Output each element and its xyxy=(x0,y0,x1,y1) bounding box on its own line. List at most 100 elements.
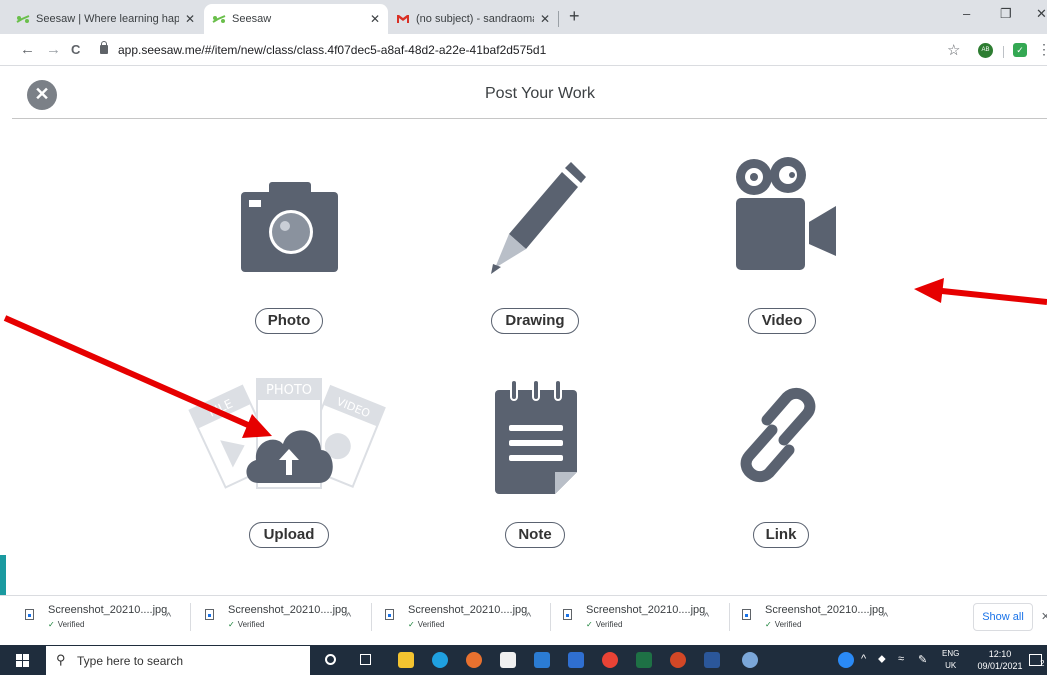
download-item[interactable]: Screenshot_20210....jpg ✓ Verified ^ xyxy=(742,603,907,637)
chevron-up-icon[interactable]: ^ xyxy=(166,611,171,623)
upload-button[interactable]: Upload xyxy=(249,522,329,548)
tab-close-icon[interactable]: ✕ xyxy=(540,12,550,26)
chevron-up-icon[interactable]: ^ xyxy=(526,611,531,623)
note-button[interactable]: Note xyxy=(505,522,565,548)
excel-icon[interactable] xyxy=(636,652,652,668)
pen-icon[interactable]: ✎ xyxy=(918,653,927,666)
image-file-icon xyxy=(25,609,34,620)
language-indicator[interactable]: ENG UK xyxy=(942,648,959,672)
clock-time: 12:10 xyxy=(988,649,1012,659)
gmail-favicon xyxy=(397,15,409,23)
tray-chevron-icon[interactable]: ^ xyxy=(861,653,866,665)
status-text: Verified xyxy=(417,620,445,629)
video-camera-icon[interactable] xyxy=(733,156,836,272)
forward-button[interactable]: → xyxy=(46,41,61,58)
word-icon[interactable] xyxy=(704,652,720,668)
check-icon: ✓ xyxy=(765,620,772,629)
drawing-button[interactable]: Drawing xyxy=(491,308,579,334)
search-placeholder: Type here to search xyxy=(77,654,184,668)
downloads-bar: Screenshot_20210....jpg ✓ Verified ^ Scre… xyxy=(0,595,1047,645)
browser-menu-icon[interactable]: ⋮ xyxy=(1037,41,1047,58)
download-item[interactable]: Screenshot_20210....jpg ✓ Verified ^ xyxy=(563,603,728,637)
minimize-button[interactable]: – xyxy=(963,6,970,21)
window-close-button[interactable]: ✕ xyxy=(1036,6,1047,22)
download-item[interactable]: Screenshot_20210....jpg ✓ Verified ^ xyxy=(25,603,190,637)
chevron-up-icon[interactable]: ^ xyxy=(346,611,351,623)
download-filename: Screenshot_20210....jpg xyxy=(228,604,348,616)
language-code: ENG xyxy=(942,649,960,658)
taskbar: ⚲ Type here to search ^ ⬥ ≈ ✎ ENG UK 12:… xyxy=(0,645,1047,675)
download-item[interactable]: Screenshot_20210....jpg ✓ Verified ^ xyxy=(205,603,370,637)
back-button[interactable]: ← xyxy=(20,41,35,58)
edge-browser-icon[interactable] xyxy=(432,652,448,668)
dropbox-icon[interactable] xyxy=(534,652,550,668)
header-divider xyxy=(12,118,1047,119)
dropbox-tray-icon[interactable]: ⬥ xyxy=(878,653,886,666)
tab-title: Seesaw xyxy=(232,13,272,25)
file-explorer-icon[interactable] xyxy=(398,652,414,668)
browser-tab-strip: Seesaw | Where learning happen ✕ Seesaw … xyxy=(0,0,1047,34)
show-all-downloads-button[interactable]: Show all xyxy=(973,603,1033,631)
chrome-icon[interactable] xyxy=(602,652,618,668)
powerpoint-icon[interactable] xyxy=(670,652,686,668)
help-icon[interactable] xyxy=(838,652,854,668)
status-text: Verified xyxy=(595,620,623,629)
mail-icon[interactable] xyxy=(568,652,584,668)
chain-link-icon[interactable] xyxy=(727,380,829,490)
search-icon: ⚲ xyxy=(56,652,66,667)
annotation-arrow-video xyxy=(941,288,1047,305)
page-edge-strip xyxy=(0,555,6,595)
download-filename: Screenshot_20210....jpg xyxy=(48,604,168,616)
check-icon: ✓ xyxy=(228,620,235,629)
address-bar: ← → C app.seesaw.me/#/item/new/class/cla… xyxy=(0,34,1047,66)
tab-seesaw-home[interactable]: Seesaw | Where learning happen ✕ xyxy=(8,4,203,34)
lock-icon[interactable] xyxy=(100,41,108,54)
status-text: Verified xyxy=(57,620,85,629)
tab-seesaw-active[interactable]: Seesaw ✕ xyxy=(204,4,388,34)
download-status: ✓ Verified xyxy=(228,620,264,629)
download-item[interactable]: Screenshot_20210....jpg ✓ Verified ^ xyxy=(385,603,550,637)
downloads-close-icon[interactable]: ✕ xyxy=(1041,610,1047,623)
firefox-icon[interactable] xyxy=(466,652,482,668)
region-code: UK xyxy=(945,661,957,670)
taskbar-search-input[interactable]: ⚲ Type here to search xyxy=(46,646,310,675)
download-filename: Screenshot_20210....jpg xyxy=(586,604,706,616)
check-icon: ✓ xyxy=(586,620,593,629)
camera-icon[interactable] xyxy=(241,182,339,272)
reload-button[interactable]: C xyxy=(71,42,80,57)
maximize-button[interactable]: ❐ xyxy=(1000,6,1012,22)
bookmark-star-icon[interactable]: ☆ xyxy=(947,41,960,59)
task-view-icon[interactable] xyxy=(360,654,371,665)
wifi-icon[interactable]: ≈ xyxy=(898,653,904,665)
paint-icon[interactable] xyxy=(742,652,758,668)
shield-extension-icon[interactable]: ✓ xyxy=(1013,43,1027,57)
tab-gmail[interactable]: (no subject) - sandraomalley31@ ✕ xyxy=(388,4,558,34)
annotation-arrowhead-video xyxy=(914,278,944,303)
pencil-icon[interactable] xyxy=(489,160,589,277)
cortana-icon[interactable] xyxy=(325,654,336,665)
photo-card-label: PHOTO xyxy=(266,383,312,398)
link-button[interactable]: Link xyxy=(753,522,809,548)
url-field[interactable]: app.seesaw.me/#/item/new/class/class.4f0… xyxy=(118,43,546,57)
cloud-upload-icon[interactable]: FILE VIDEO PHOTO xyxy=(188,378,388,498)
download-filename: Screenshot_20210....jpg xyxy=(408,604,528,616)
chevron-up-icon[interactable]: ^ xyxy=(883,611,888,623)
tab-title: (no subject) - sandraomalley31@ xyxy=(416,13,534,25)
chevron-up-icon[interactable]: ^ xyxy=(704,611,709,623)
download-filename: Screenshot_20210....jpg xyxy=(765,604,885,616)
tab-close-icon[interactable]: ✕ xyxy=(370,12,380,26)
system-clock[interactable]: 12:10 09/01/2021 xyxy=(970,648,1030,672)
tab-close-icon[interactable]: ✕ xyxy=(185,12,195,26)
photo-button[interactable]: Photo xyxy=(255,308,323,334)
download-divider xyxy=(729,603,730,631)
adblock-extension-icon[interactable]: AB xyxy=(978,43,993,58)
download-divider xyxy=(550,603,551,631)
image-file-icon xyxy=(385,609,394,620)
check-icon: ✓ xyxy=(408,620,415,629)
download-status: ✓ Verified xyxy=(408,620,444,629)
store-icon[interactable] xyxy=(500,652,516,668)
notepad-icon[interactable] xyxy=(493,378,579,496)
video-button[interactable]: Video xyxy=(748,308,816,334)
windows-start-icon[interactable] xyxy=(16,654,29,667)
new-tab-button[interactable]: + xyxy=(569,6,580,27)
